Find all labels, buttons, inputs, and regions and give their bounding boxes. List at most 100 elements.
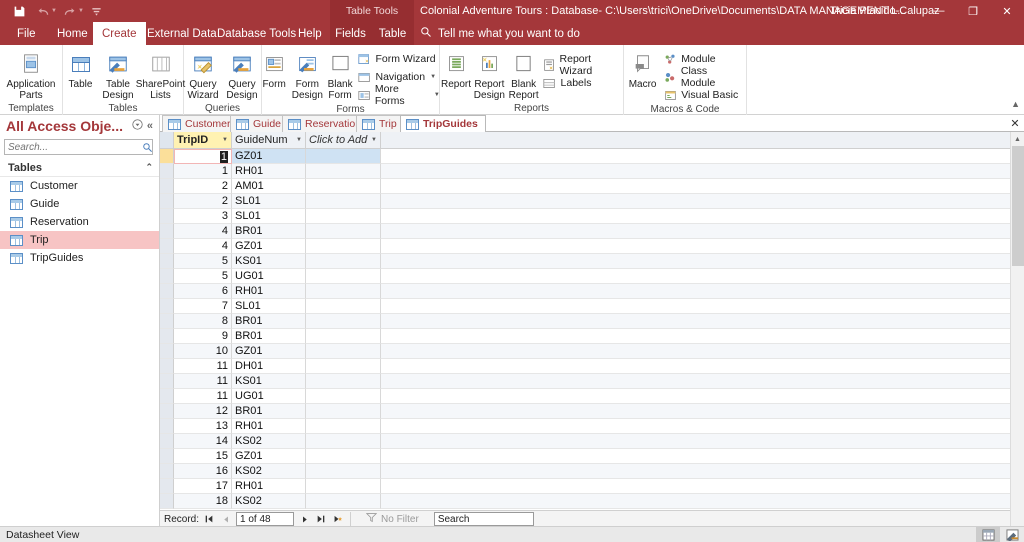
cell-guidenum[interactable]: RH01 xyxy=(232,479,306,494)
cell-new[interactable] xyxy=(306,239,381,254)
form-wizard-button[interactable]: Form Wizard xyxy=(358,51,443,67)
cell-tripid[interactable]: 16 xyxy=(174,464,232,479)
cell-guidenum[interactable]: KS02 xyxy=(232,464,306,479)
cell-guidenum[interactable]: BR01 xyxy=(232,224,306,239)
cell-guidenum[interactable]: KS01 xyxy=(232,374,306,389)
cell-new[interactable] xyxy=(306,299,381,314)
cell-tripid[interactable]: 9 xyxy=(174,329,232,344)
close-tab-icon[interactable]: ✕ xyxy=(1008,116,1022,130)
row-selector[interactable] xyxy=(160,284,174,299)
datasheet-view-button[interactable] xyxy=(976,527,1000,542)
cell-new[interactable] xyxy=(306,479,381,494)
table-row[interactable]: 18 KS02 xyxy=(160,494,1010,509)
cell-new[interactable] xyxy=(306,284,381,299)
cell-new[interactable] xyxy=(306,209,381,224)
cell-tripid[interactable]: 1 xyxy=(174,164,232,179)
table-row[interactable]: 5 KS01 xyxy=(160,254,1010,269)
cell-new[interactable] xyxy=(306,494,381,509)
query-design-button[interactable]: Query Design xyxy=(223,49,262,101)
nav-item-tripguides[interactable]: TripGuides xyxy=(0,249,159,267)
cell-guidenum[interactable]: UG01 xyxy=(232,269,306,284)
doctab-trip[interactable]: Trip xyxy=(356,115,405,132)
sharepoint-lists-button[interactable]: SharePoint Lists xyxy=(139,49,183,101)
cell-guidenum[interactable]: RH01 xyxy=(232,284,306,299)
table-row[interactable]: 11 UG01 xyxy=(160,389,1010,404)
cell-tripid[interactable]: 8 xyxy=(174,314,232,329)
close-button[interactable]: ✕ xyxy=(990,0,1024,22)
tab-home[interactable]: Home xyxy=(48,22,97,45)
nav-item-trip[interactable]: Trip xyxy=(0,231,159,249)
navigation-dropdown-icon[interactable]: ▼ xyxy=(430,74,436,80)
collapse-ribbon-icon[interactable]: ▲ xyxy=(1011,99,1020,109)
row-selector[interactable] xyxy=(160,479,174,494)
cell-new[interactable] xyxy=(306,149,381,164)
row-selector[interactable] xyxy=(160,239,174,254)
navigation-search[interactable] xyxy=(4,139,153,155)
cell-new[interactable] xyxy=(306,194,381,209)
tab-file[interactable]: File xyxy=(8,22,45,45)
navigation-pane-menu-icon[interactable] xyxy=(130,119,145,133)
cell-tripid[interactable]: 6 xyxy=(174,284,232,299)
cell-tripid[interactable]: 2 xyxy=(174,194,232,209)
tab-table[interactable]: Table xyxy=(371,22,414,45)
table-row[interactable]: 11 KS01 xyxy=(160,374,1010,389)
cell-guidenum[interactable]: DH01 xyxy=(232,359,306,374)
scroll-up-icon[interactable]: ▲ xyxy=(1011,132,1024,146)
cell-guidenum[interactable]: GZ01 xyxy=(232,149,306,164)
cell-guidenum[interactable]: GZ01 xyxy=(232,449,306,464)
table-row[interactable]: 1 RH01 xyxy=(160,164,1010,179)
cell-new[interactable] xyxy=(306,389,381,404)
cell-tripid[interactable]: 14 xyxy=(174,434,232,449)
restore-button[interactable]: ❐ xyxy=(956,0,990,22)
cell-new[interactable] xyxy=(306,374,381,389)
row-selector[interactable] xyxy=(160,254,174,269)
row-selector[interactable] xyxy=(160,269,174,284)
table-row[interactable]: 9 BR01 xyxy=(160,329,1010,344)
table-design-button[interactable]: Table Design xyxy=(98,49,139,101)
minimize-button[interactable]: — xyxy=(922,0,956,22)
cell-tripid[interactable]: 3 xyxy=(174,209,232,224)
row-selector[interactable] xyxy=(160,224,174,239)
cell-guidenum[interactable]: GZ01 xyxy=(232,239,306,254)
tab-fields[interactable]: Fields xyxy=(330,22,371,45)
cell-guidenum[interactable]: BR01 xyxy=(232,404,306,419)
doctab-guide[interactable]: Guide xyxy=(230,115,289,132)
cell-guidenum[interactable]: KS02 xyxy=(232,494,306,509)
cell-guidenum[interactable]: SL01 xyxy=(232,194,306,209)
select-all-cell[interactable] xyxy=(160,132,174,149)
cell-guidenum[interactable]: SL01 xyxy=(232,209,306,224)
vertical-scrollbar[interactable]: ▲ xyxy=(1010,132,1024,527)
table-row[interactable]: 6 RH01 xyxy=(160,284,1010,299)
cell-tripid[interactable]: 12 xyxy=(174,404,232,419)
cell-tripid[interactable]: 15 xyxy=(174,449,232,464)
row-selector[interactable] xyxy=(160,179,174,194)
row-selector[interactable] xyxy=(160,389,174,404)
cell-guidenum[interactable]: BR01 xyxy=(232,329,306,344)
previous-record-button[interactable] xyxy=(219,512,233,526)
cell-new[interactable] xyxy=(306,224,381,239)
row-selector[interactable] xyxy=(160,149,174,164)
chevron-down-icon[interactable]: ▼ xyxy=(371,137,377,143)
doctab-tripguides[interactable]: TripGuides xyxy=(400,115,486,132)
next-record-button[interactable] xyxy=(297,512,311,526)
cell-tripid[interactable]: 10 xyxy=(174,344,232,359)
table-row[interactable]: 13 RH01 xyxy=(160,419,1010,434)
table-row[interactable]: 3 SL01 xyxy=(160,209,1010,224)
table-row[interactable]: 10 GZ01 xyxy=(160,344,1010,359)
table-row[interactable]: 4 GZ01 xyxy=(160,239,1010,254)
datasheet-search-box[interactable]: Search xyxy=(434,512,534,526)
navigation-search-input[interactable] xyxy=(5,140,142,154)
table-row[interactable]: 8 BR01 xyxy=(160,314,1010,329)
undo-dropdown-icon[interactable]: ▼ xyxy=(51,8,57,14)
customize-quick-access-toolbar-icon[interactable] xyxy=(86,1,108,21)
new-record-button[interactable] xyxy=(331,512,345,526)
row-selector[interactable] xyxy=(160,299,174,314)
application-parts-button[interactable]: Application Parts xyxy=(4,49,58,101)
row-selector[interactable] xyxy=(160,359,174,374)
current-record-box[interactable]: 1 of 48 xyxy=(236,512,294,526)
cell-tripid[interactable]: 5 xyxy=(174,254,232,269)
class-module-button[interactable]: Class Module xyxy=(663,69,746,85)
more-forms-dropdown-icon[interactable]: ▼ xyxy=(434,92,440,98)
row-selector[interactable] xyxy=(160,314,174,329)
query-wizard-button[interactable]: Query Wizard xyxy=(184,49,223,101)
